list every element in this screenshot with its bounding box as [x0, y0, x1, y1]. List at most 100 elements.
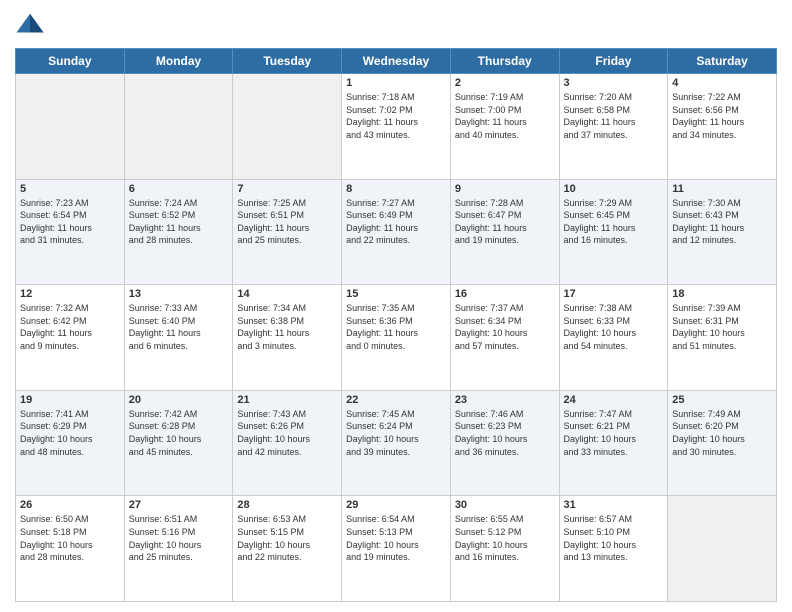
calendar-week-row: 19 Sunrise: 7:41 AM Sunset: 6:29 PM Dayli… [16, 390, 777, 496]
day-number: 22 [346, 394, 446, 406]
day-info: Sunrise: 7:22 AM Sunset: 6:56 PM Dayligh… [672, 91, 772, 141]
day-number: 17 [564, 288, 664, 300]
day-info: Sunrise: 7:18 AM Sunset: 7:02 PM Dayligh… [346, 91, 446, 141]
day-info: Sunrise: 7:43 AM Sunset: 6:26 PM Dayligh… [237, 408, 337, 458]
calendar-day-15: 15 Sunrise: 7:35 AM Sunset: 6:36 PM Dayli… [342, 285, 451, 391]
day-info: Sunrise: 6:53 AM Sunset: 5:15 PM Dayligh… [237, 513, 337, 563]
day-number: 21 [237, 394, 337, 406]
day-number: 11 [672, 183, 772, 195]
calendar-day-31: 31 Sunrise: 6:57 AM Sunset: 5:10 PM Dayli… [559, 496, 668, 602]
day-info: Sunrise: 7:23 AM Sunset: 6:54 PM Dayligh… [20, 197, 120, 247]
day-info: Sunrise: 6:51 AM Sunset: 5:16 PM Dayligh… [129, 513, 229, 563]
calendar-header-sunday: Sunday [16, 49, 125, 74]
day-info: Sunrise: 7:42 AM Sunset: 6:28 PM Dayligh… [129, 408, 229, 458]
calendar-day-23: 23Sunrise: 7:46 AM Sunset: 6:23 PM Dayli… [450, 390, 559, 496]
calendar-day-24: 24 Sunrise: 7:47 AM Sunset: 6:21 PM Dayli… [559, 390, 668, 496]
day-info: Sunrise: 7:32 AM Sunset: 6:42 PM Dayligh… [20, 302, 120, 352]
calendar-day-4: 4 Sunrise: 7:22 AM Sunset: 6:56 PM Daylig… [668, 74, 777, 180]
calendar-day-17: 17 Sunrise: 7:38 AM Sunset: 6:33 PM Dayli… [559, 285, 668, 391]
day-info: Sunrise: 7:46 AM Sunset: 6:23 PM Dayligh… [455, 408, 555, 458]
calendar-header-monday: Monday [124, 49, 233, 74]
day-info: Sunrise: 7:34 AM Sunset: 6:38 PM Dayligh… [237, 302, 337, 352]
calendar-day-1: 1 Sunrise: 7:18 AM Sunset: 7:02 PM Daylig… [342, 74, 451, 180]
calendar-day-empty [668, 496, 777, 602]
day-info: Sunrise: 7:37 AM Sunset: 6:34 PM Dayligh… [455, 302, 555, 352]
day-number: 27 [129, 499, 229, 511]
day-info: Sunrise: 7:49 AM Sunset: 6:20 PM Dayligh… [672, 408, 772, 458]
day-number: 18 [672, 288, 772, 300]
day-info: Sunrise: 6:54 AM Sunset: 5:13 PM Dayligh… [346, 513, 446, 563]
day-number: 8 [346, 183, 446, 195]
day-number: 2 [455, 77, 555, 89]
day-info: Sunrise: 7:30 AM Sunset: 6:43 PM Dayligh… [672, 197, 772, 247]
day-info: Sunrise: 7:47 AM Sunset: 6:21 PM Dayligh… [564, 408, 664, 458]
calendar-day-20: 20 Sunrise: 7:42 AM Sunset: 6:28 PM Dayli… [124, 390, 233, 496]
day-number: 29 [346, 499, 446, 511]
header [15, 10, 777, 40]
calendar-day-16: 16 Sunrise: 7:37 AM Sunset: 6:34 PM Dayli… [450, 285, 559, 391]
day-info: Sunrise: 7:45 AM Sunset: 6:24 PM Dayligh… [346, 408, 446, 458]
calendar-day-3: 3Sunrise: 7:20 AM Sunset: 6:58 PM Daylig… [559, 74, 668, 180]
day-number: 15 [346, 288, 446, 300]
day-info: Sunrise: 7:38 AM Sunset: 6:33 PM Dayligh… [564, 302, 664, 352]
logo [15, 10, 49, 40]
calendar-day-19: 19 Sunrise: 7:41 AM Sunset: 6:29 PM Dayli… [16, 390, 125, 496]
day-info: Sunrise: 6:57 AM Sunset: 5:10 PM Dayligh… [564, 513, 664, 563]
calendar-day-9: 9 Sunrise: 7:28 AM Sunset: 6:47 PM Daylig… [450, 179, 559, 285]
calendar-day-10: 10 Sunrise: 7:29 AM Sunset: 6:45 PM Dayli… [559, 179, 668, 285]
day-number: 31 [564, 499, 664, 511]
calendar-day-8: 8Sunrise: 7:27 AM Sunset: 6:49 PM Daylig… [342, 179, 451, 285]
calendar-day-25: 25Sunrise: 7:49 AM Sunset: 6:20 PM Dayli… [668, 390, 777, 496]
calendar-day-29: 29 Sunrise: 6:54 AM Sunset: 5:13 PM Dayli… [342, 496, 451, 602]
calendar-day-5: 5 Sunrise: 7:23 AM Sunset: 6:54 PM Daylig… [16, 179, 125, 285]
day-number: 19 [20, 394, 120, 406]
day-number: 24 [564, 394, 664, 406]
day-number: 1 [346, 77, 446, 89]
logo-icon [15, 10, 45, 40]
day-number: 28 [237, 499, 337, 511]
day-number: 9 [455, 183, 555, 195]
day-info: Sunrise: 6:55 AM Sunset: 5:12 PM Dayligh… [455, 513, 555, 563]
day-number: 10 [564, 183, 664, 195]
calendar-day-empty [16, 74, 125, 180]
day-number: 14 [237, 288, 337, 300]
calendar-day-empty [233, 74, 342, 180]
day-number: 3 [564, 77, 664, 89]
calendar-day-12: 12 Sunrise: 7:32 AM Sunset: 6:42 PM Dayli… [16, 285, 125, 391]
day-number: 30 [455, 499, 555, 511]
calendar-week-row: 26 Sunrise: 6:50 AM Sunset: 5:18 PM Dayli… [16, 496, 777, 602]
calendar-header-saturday: Saturday [668, 49, 777, 74]
day-info: Sunrise: 7:19 AM Sunset: 7:00 PM Dayligh… [455, 91, 555, 141]
page: SundayMondayTuesdayWednesdayThursdayFrid… [0, 0, 792, 612]
calendar-table: SundayMondayTuesdayWednesdayThursdayFrid… [15, 48, 777, 602]
calendar-day-11: 11 Sunrise: 7:30 AM Sunset: 6:43 PM Dayli… [668, 179, 777, 285]
day-info: Sunrise: 7:28 AM Sunset: 6:47 PM Dayligh… [455, 197, 555, 247]
day-info: Sunrise: 7:41 AM Sunset: 6:29 PM Dayligh… [20, 408, 120, 458]
calendar-day-6: 6Sunrise: 7:24 AM Sunset: 6:52 PM Daylig… [124, 179, 233, 285]
day-info: Sunrise: 6:50 AM Sunset: 5:18 PM Dayligh… [20, 513, 120, 563]
calendar-day-7: 7Sunrise: 7:25 AM Sunset: 6:51 PM Daylig… [233, 179, 342, 285]
day-info: Sunrise: 7:24 AM Sunset: 6:52 PM Dayligh… [129, 197, 229, 247]
calendar-day-30: 30 Sunrise: 6:55 AM Sunset: 5:12 PM Dayli… [450, 496, 559, 602]
day-info: Sunrise: 7:33 AM Sunset: 6:40 PM Dayligh… [129, 302, 229, 352]
day-number: 7 [237, 183, 337, 195]
calendar-header-tuesday: Tuesday [233, 49, 342, 74]
day-info: Sunrise: 7:39 AM Sunset: 6:31 PM Dayligh… [672, 302, 772, 352]
day-info: Sunrise: 7:35 AM Sunset: 6:36 PM Dayligh… [346, 302, 446, 352]
day-number: 26 [20, 499, 120, 511]
calendar-day-21: 21 Sunrise: 7:43 AM Sunset: 6:26 PM Dayli… [233, 390, 342, 496]
day-number: 20 [129, 394, 229, 406]
day-info: Sunrise: 7:29 AM Sunset: 6:45 PM Dayligh… [564, 197, 664, 247]
day-number: 4 [672, 77, 772, 89]
day-number: 16 [455, 288, 555, 300]
calendar-day-2: 2 Sunrise: 7:19 AM Sunset: 7:00 PM Daylig… [450, 74, 559, 180]
calendar-header-row: SundayMondayTuesdayWednesdayThursdayFrid… [16, 49, 777, 74]
day-number: 5 [20, 183, 120, 195]
day-number: 12 [20, 288, 120, 300]
calendar-day-18: 18 Sunrise: 7:39 AM Sunset: 6:31 PM Dayli… [668, 285, 777, 391]
calendar-day-14: 14 Sunrise: 7:34 AM Sunset: 6:38 PM Dayli… [233, 285, 342, 391]
calendar-day-27: 27 Sunrise: 6:51 AM Sunset: 5:16 PM Dayli… [124, 496, 233, 602]
calendar-header-thursday: Thursday [450, 49, 559, 74]
calendar-week-row: 1 Sunrise: 7:18 AM Sunset: 7:02 PM Daylig… [16, 74, 777, 180]
calendar-day-26: 26 Sunrise: 6:50 AM Sunset: 5:18 PM Dayli… [16, 496, 125, 602]
